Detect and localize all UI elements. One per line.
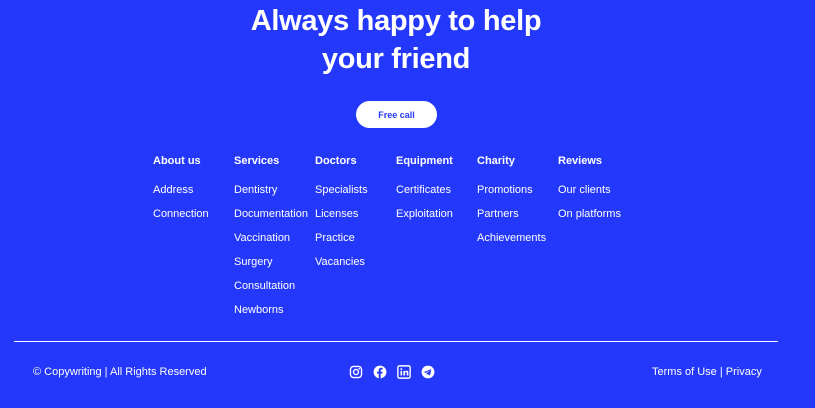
footer-link-certificates[interactable]: Certificates [396,182,477,206]
link-list: Specialists Licenses Practice Vacancies [315,182,396,278]
footer-link-vacancies[interactable]: Vacancies [315,254,396,278]
footer-link-consultation[interactable]: Consultation [234,278,315,302]
footer-column-services: Services Dentistry Documentation Vaccina… [234,153,315,326]
footer-column-reviews: Reviews Our clients On platforms [558,153,639,326]
footer-link-our-clients[interactable]: Our clients [558,182,639,206]
facebook-icon[interactable] [373,365,387,379]
footer-link-licenses[interactable]: Licenses [315,206,396,230]
footer-link-newborns[interactable]: Newborns [234,302,315,326]
privacy-link[interactable]: Privacy [726,366,762,378]
column-title: Equipment [396,155,453,167]
footer-column-equipment: Equipment Certificates Exploitation [396,153,477,326]
column-title: Charity [477,155,515,167]
footer-link-partners[interactable]: Partners [477,206,558,230]
linkedin-icon[interactable] [397,365,411,379]
column-title: Services [234,155,280,167]
link-list: Our clients On platforms [558,182,639,230]
footer-link-specialists[interactable]: Specialists [315,182,396,206]
link-list: Promotions Partners Achievements [477,182,558,254]
footer-link-on-platforms[interactable]: On platforms [558,206,639,230]
link-list: Address Connection [153,182,234,230]
hero-headline-line-1: Always happy to help [250,5,542,37]
column-title: Reviews [558,155,603,167]
footer-column-charity: Charity Promotions Partners Achievements [477,153,558,326]
footer-nav: About us Address Connection Services Den… [153,153,639,326]
link-list: Certificates Exploitation [396,182,477,230]
footer-link-address[interactable]: Address [153,182,234,206]
legal-separator: | [716,366,726,378]
footer-link-dentistry[interactable]: Dentistry [234,182,315,206]
hero-headline: Always happy to help your friend [0,2,792,78]
footer-link-vaccination[interactable]: Vaccination [234,230,315,254]
terms-of-use-link[interactable]: Terms of Use [652,366,717,378]
footer-link-surgery[interactable]: Surgery [234,254,315,278]
footer-link-exploitation[interactable]: Exploitation [396,206,477,230]
instagram-icon[interactable] [349,365,363,379]
column-title: About us [153,155,201,167]
footer-link-achievements[interactable]: Achievements [477,230,558,254]
footer-column-doctors: Doctors Specialists Licenses Practice Va… [315,153,396,326]
footer-link-documentation[interactable]: Documentation [234,206,315,230]
footer-link-connection[interactable]: Connection [153,206,234,230]
footer-link-practice[interactable]: Practice [315,230,396,254]
footer-column-about-us: About us Address Connection [153,153,234,326]
footer-section: Always happy to help your friend Free ca… [0,0,815,408]
free-call-button[interactable]: Free call [356,101,437,128]
hero-headline-line-2: your friend [321,43,471,75]
link-list: Dentistry Documentation Vaccination Surg… [234,182,315,326]
footer-link-promotions[interactable]: Promotions [477,182,558,206]
telegram-icon[interactable] [421,365,435,379]
column-title: Doctors [315,155,357,167]
social-links [349,365,435,379]
legal-links: Terms of Use | Privacy [652,366,762,379]
copyright-text: © Copywriting | All Rights Reserved [33,366,207,378]
footer-divider [14,341,778,342]
